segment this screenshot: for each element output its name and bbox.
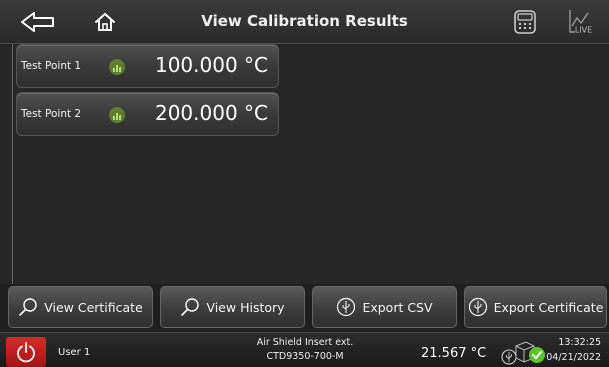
test-point-value: 100.000 °C [154, 53, 268, 77]
back-arrow-icon [21, 12, 54, 32]
power-icon [17, 342, 35, 363]
user-name[interactable]: User 1 [58, 347, 90, 358]
view-history-label: View History [206, 299, 285, 315]
back-button[interactable] [18, 6, 58, 38]
test-point-2[interactable]: Test Point 2 200.000 °C [16, 92, 279, 136]
live-chart-button[interactable]: LIVE [560, 6, 600, 38]
magnifier-icon [181, 298, 200, 316]
export-certificate-label: Export Certificate [493, 299, 604, 315]
bar-chart-icon [109, 107, 125, 123]
results-panel: Test Point 1 100.000 °C Test Point 2 200… [0, 44, 609, 284]
check-icon [529, 347, 545, 363]
live-chart-icon: LIVE [569, 10, 592, 35]
test-point-label: Test Point 1 [21, 60, 82, 72]
view-certificate-button[interactable]: View Certificate [8, 286, 153, 328]
home-icon [95, 12, 115, 31]
divider-line [12, 44, 13, 284]
usb-icon [337, 297, 356, 317]
export-csv-button[interactable]: Export CSV [312, 286, 457, 328]
bar-chart-icon [109, 59, 125, 75]
usb-icon [501, 349, 517, 365]
clock-date: 04/21/2022 [546, 352, 601, 363]
test-point-1[interactable]: Test Point 1 100.000 °C [16, 44, 279, 88]
calculator-button[interactable] [505, 6, 545, 38]
export-certificate-button[interactable]: Export Certificate [464, 286, 607, 328]
header-bar: View Calibration Results LIVE [0, 0, 609, 44]
probe-description: Air Shield Insert ext. [256, 337, 354, 348]
magnifier-icon [19, 298, 37, 316]
probe-model: CTD9350-700-M [266, 351, 344, 362]
status-bar: User 1 Air Shield Insert ext. CTD9350-70… [0, 332, 609, 367]
home-button[interactable] [85, 6, 125, 38]
device-status[interactable] [500, 336, 548, 366]
power-button[interactable] [6, 337, 46, 367]
live-label: LIVE [575, 26, 592, 35]
view-certificate-label: View Certificate [44, 299, 143, 315]
view-history-button[interactable]: View History [160, 286, 305, 328]
test-point-label: Test Point 2 [21, 108, 82, 120]
test-point-value: 200.000 °C [154, 101, 268, 125]
export-csv-label: Export CSV [362, 299, 433, 315]
usb-icon [468, 297, 487, 317]
clock-time: 13:32:25 [558, 337, 601, 348]
calculator-icon [514, 10, 536, 34]
action-bar: View Certificate View History Export CSV… [0, 284, 609, 332]
current-temperature: 21.567 °C [421, 346, 487, 361]
